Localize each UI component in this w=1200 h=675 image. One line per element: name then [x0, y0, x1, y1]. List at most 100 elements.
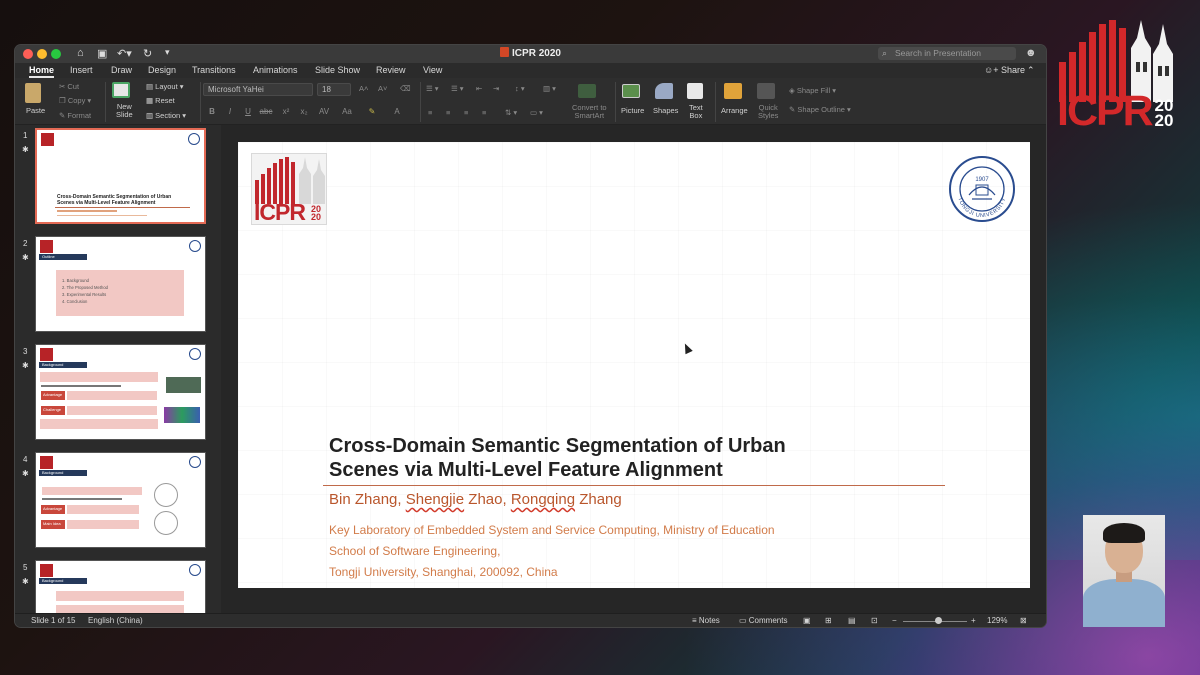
cut-button[interactable]: ✂ Cut	[59, 82, 79, 91]
columns-icon[interactable]: ▥ ▾	[543, 84, 556, 93]
italic-icon[interactable]: I	[223, 106, 237, 118]
slide-thumbnail-1[interactable]: Cross-Domain Semantic Segmentation of Ur…	[35, 128, 206, 224]
subscript-icon[interactable]: x₂	[297, 106, 311, 118]
thumbnail-number: 2	[23, 239, 28, 248]
font-size-select[interactable]: 18	[317, 83, 351, 96]
slide-title[interactable]: Cross-Domain Semantic Segmentation of Ur…	[329, 434, 929, 482]
new-slide-button[interactable]: New Slide	[116, 103, 133, 119]
align-text-icon[interactable]: ▭ ▾	[530, 108, 543, 117]
shape-fill-button[interactable]: ◈ Shape Fill ▾	[789, 86, 836, 95]
thumbnail-tag: Outline	[39, 254, 87, 260]
smartart-icon[interactable]	[578, 84, 596, 98]
numbering-icon[interactable]: ☰ ▾	[451, 84, 464, 93]
spellcheck-word: Rongqing	[510, 491, 576, 508]
slide-affiliation-line[interactable]: School of Software Engineering,	[329, 544, 500, 558]
slide-thumbnail-2[interactable]: Outline 1. Background 2. The Proposed Me…	[35, 236, 206, 332]
shapes-icon[interactable]	[655, 83, 673, 99]
fit-to-window-icon[interactable]: ⊠	[1020, 616, 1027, 625]
tab-slide-show[interactable]: Slide Show	[315, 65, 360, 75]
convert-to-smartart-button[interactable]: Convert to SmartArt	[572, 104, 607, 120]
powerpoint-file-icon	[500, 47, 510, 57]
font-name-select[interactable]: Microsoft YaHei	[203, 83, 313, 96]
picture-icon[interactable]	[622, 84, 640, 98]
quick-styles-icon[interactable]	[757, 83, 775, 99]
search-input[interactable]: ⌕ Search in Presentation	[878, 47, 1016, 60]
tab-home[interactable]: Home	[29, 65, 55, 78]
slide-thumbnail-3[interactable]: Background Advantage Challenge	[35, 344, 206, 440]
slide-authors[interactable]: Bin Zhang, Shengjie Zhao, Rongqing Zhang	[329, 491, 622, 508]
arrange-button[interactable]: Arrange	[721, 106, 748, 115]
reading-view-icon[interactable]: ▤	[848, 616, 856, 625]
logo-year-bottom: 20	[1154, 111, 1174, 130]
superscript-icon[interactable]: x²	[279, 106, 293, 118]
line-spacing-icon[interactable]: ↕ ▾	[515, 84, 525, 93]
slide-thumbnail-5[interactable]: Background	[35, 560, 206, 613]
paste-button[interactable]: Paste	[26, 106, 45, 115]
bold-icon[interactable]: B	[205, 106, 219, 118]
slide-affiliation-line[interactable]: Key Laboratory of Embedded System and Se…	[329, 523, 775, 537]
layout-button[interactable]: ▤ Layout ▾	[146, 82, 184, 91]
slide-thumbnail-4[interactable]: Background Advantage Main Idea	[35, 452, 206, 548]
slide-affiliation-line[interactable]: Tongji University, Shanghai, 200092, Chi…	[329, 565, 558, 579]
tab-animations[interactable]: Animations	[253, 65, 298, 75]
slide-show-icon[interactable]: ⊡	[871, 616, 878, 625]
shape-outline-button[interactable]: ✎ Shape Outline ▾	[789, 105, 851, 114]
comments-button[interactable]: ▭ Comments	[739, 616, 787, 625]
format-painter-button[interactable]: ✎ Format	[59, 111, 91, 120]
change-case-icon[interactable]: Aa	[340, 106, 354, 118]
zoom-out-icon[interactable]: −	[892, 616, 897, 625]
picture-button[interactable]: Picture	[621, 106, 644, 115]
account-icon[interactable]: ☻	[1025, 47, 1037, 59]
justify-icon[interactable]: ≡	[482, 108, 486, 117]
strikethrough-icon[interactable]: abc	[259, 106, 273, 118]
tab-transitions[interactable]: Transitions	[192, 65, 236, 75]
highlight-icon[interactable]: ✎	[365, 106, 379, 118]
collapse-ribbon-icon[interactable]: ⌃	[1027, 65, 1035, 76]
tab-review[interactable]: Review	[376, 65, 406, 75]
share-button[interactable]: ☺+ Share	[984, 65, 1025, 75]
language-indicator[interactable]: English (China)	[88, 616, 143, 625]
section-button[interactable]: ▥ Section ▾	[146, 111, 186, 120]
font-color-icon[interactable]: A	[390, 106, 404, 118]
reset-button[interactable]: ▦ Reset	[146, 96, 175, 105]
normal-view-icon[interactable]: ▣	[803, 616, 811, 625]
speaker-video	[1083, 515, 1165, 627]
align-right-icon[interactable]: ≡	[464, 108, 468, 117]
text-box-button[interactable]: Text Box	[689, 104, 703, 120]
slide-sorter-icon[interactable]: ⊞	[825, 616, 832, 625]
conference-logo: ICPR 20 20	[1057, 18, 1177, 134]
character-spacing-icon[interactable]: AV	[317, 106, 331, 118]
search-icon: ⌕	[882, 48, 888, 58]
new-slide-icon[interactable]	[112, 82, 130, 98]
text-direction-icon[interactable]: ⇅ ▾	[505, 108, 517, 117]
zoom-slider-handle[interactable]	[935, 617, 942, 624]
tab-view[interactable]: View	[423, 65, 442, 75]
paste-icon[interactable]	[25, 83, 41, 103]
zoom-level[interactable]: 129%	[987, 616, 1007, 625]
align-center-icon[interactable]: ≡	[446, 108, 450, 117]
increase-indent-icon[interactable]: ⇥	[493, 84, 499, 93]
mouse-cursor-icon	[681, 341, 693, 355]
decrease-font-icon[interactable]: A˅	[378, 84, 387, 93]
seal-year: 1907	[975, 177, 989, 183]
arrange-icon[interactable]	[724, 83, 742, 99]
notes-button[interactable]: ≡ Notes	[692, 616, 720, 625]
thumbnail-outline-list: 1. Background 2. The Proposed Method 3. …	[62, 278, 109, 304]
tab-draw[interactable]: Draw	[111, 65, 132, 75]
tab-insert[interactable]: Insert	[70, 65, 93, 75]
zoom-in-icon[interactable]: +	[971, 616, 976, 625]
underline-icon[interactable]: U	[241, 106, 255, 118]
ribbon-home: Paste ✂ Cut ❐ Copy ▾ ✎ Format New Slide ▤…	[15, 78, 1046, 125]
shapes-button[interactable]: Shapes	[653, 106, 678, 115]
quick-styles-button[interactable]: Quick Styles	[758, 104, 778, 120]
copy-button[interactable]: ❐ Copy ▾	[59, 96, 91, 105]
tab-design[interactable]: Design	[148, 65, 176, 75]
decrease-indent-icon[interactable]: ⇤	[476, 84, 482, 93]
clear-format-icon[interactable]: ⌫	[400, 84, 411, 93]
increase-font-icon[interactable]: A˄	[359, 84, 368, 93]
bullets-icon[interactable]: ☰ ▾	[426, 84, 439, 93]
align-left-icon[interactable]: ≡	[428, 108, 432, 117]
thumbnail-title: Cross-Domain Semantic Segmentation of Ur…	[57, 194, 172, 206]
current-slide[interactable]: ICPR 20 20 1907 TONGJI UNIVERSITY Cross-…	[238, 142, 1030, 588]
text-box-icon[interactable]	[687, 83, 703, 99]
